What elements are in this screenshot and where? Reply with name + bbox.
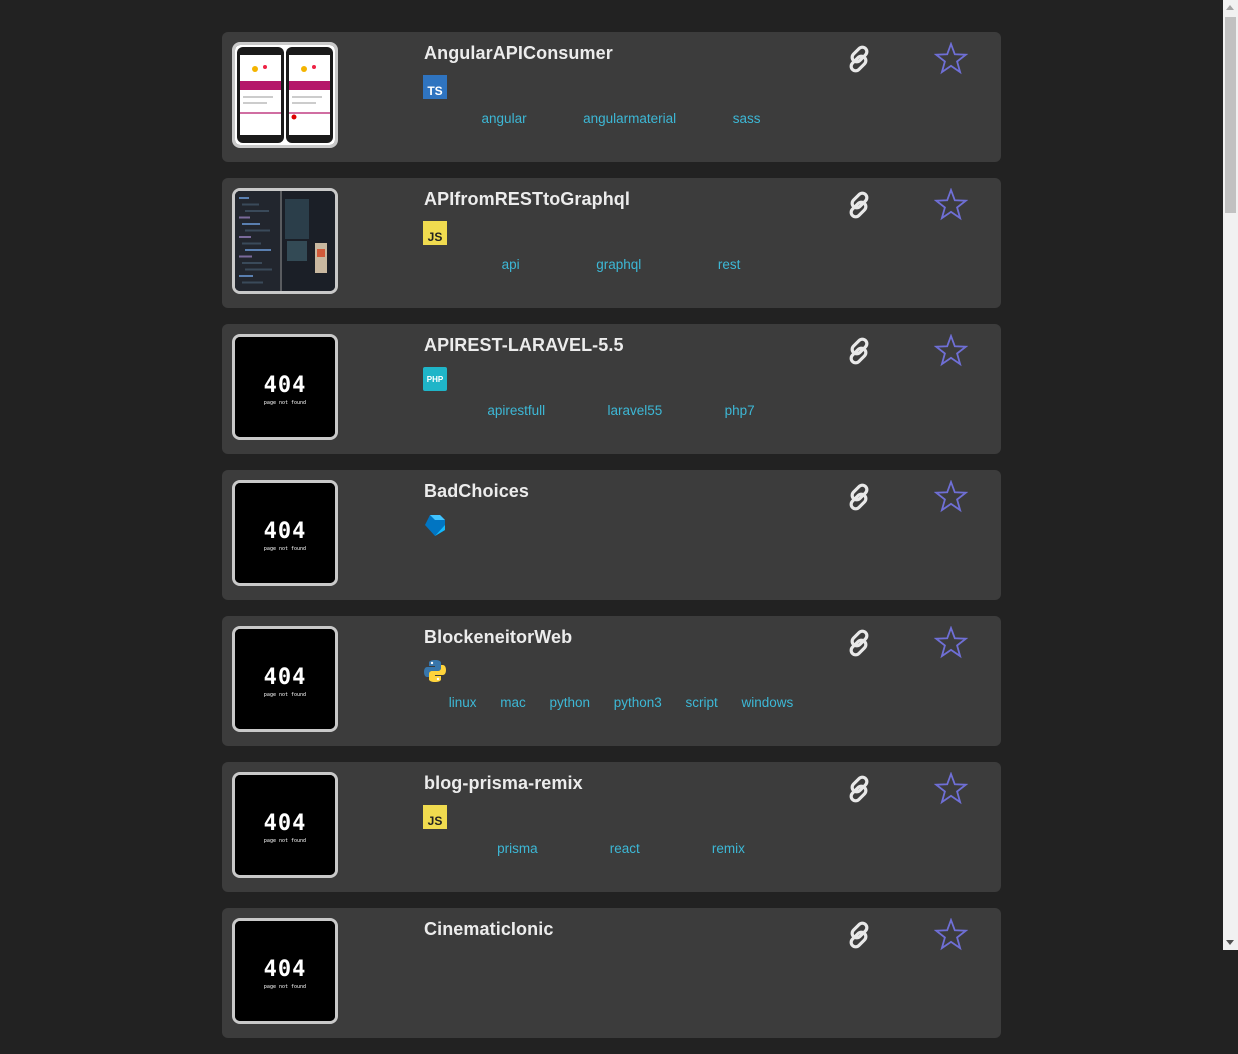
php-icon: PHP [423,367,447,391]
repo-topics: apirestfull laravel55 php7 [425,403,817,418]
repo-card: APIfromRESTtoGraphql JS api graphql rest [222,178,1001,308]
link-icon[interactable] [844,774,874,804]
js-icon: JS [423,221,447,245]
repo-card: 404 page not found BadChoices [222,470,1001,600]
topic-tag[interactable]: graphql [596,257,641,272]
repo-title[interactable]: CinematicIonic [424,919,553,940]
repo-card: 404 page not found CinematicIonic [222,908,1001,1038]
topic-tag[interactable]: php7 [725,403,755,418]
topic-tag[interactable]: react [610,841,640,856]
star-icon[interactable] [934,42,968,76]
star-icon[interactable] [934,626,968,660]
topic-tag[interactable]: windows [741,695,793,710]
link-icon[interactable] [844,190,874,220]
repo-title[interactable]: BlockeneitorWeb [424,627,572,648]
svg-text:page not found: page not found [264,546,306,552]
repo-list: AngularAPIConsumer TS angular angularmateri… [222,32,1001,1054]
topic-tag[interactable]: linux [449,695,477,710]
topic-tag[interactable]: prisma [497,841,538,856]
svg-text:TS: TS [427,84,442,98]
repo-preview-image[interactable] [232,42,338,148]
svg-text:page not found: page not found [264,984,306,990]
link-icon[interactable] [844,336,874,366]
ts-icon: TS [423,75,447,99]
repo-title[interactable]: AngularAPIConsumer [424,43,613,64]
repo-preview-image[interactable]: 404 page not found [232,480,338,586]
repo-preview-image[interactable] [232,188,338,294]
topic-tag[interactable]: laravel55 [607,403,662,418]
topic-tag[interactable]: sass [733,111,761,126]
link-icon[interactable] [844,482,874,512]
topic-tag[interactable]: apirestfull [487,403,545,418]
svg-text:page not found: page not found [264,400,306,406]
repo-card: 404 page not found APIREST-LARAVEL-5.5 PHP a… [222,324,1001,454]
python-icon [423,659,447,683]
link-icon[interactable] [844,920,874,950]
repo-topics: prisma react remix [425,841,817,856]
scroll-down-icon[interactable] [1226,940,1234,945]
svg-text:page not found: page not found [264,692,306,698]
star-icon[interactable] [934,334,968,368]
repo-topics: api graphql rest [425,257,817,272]
repo-topics: linux mac python python3 script windows [425,695,817,710]
scrollbar[interactable] [1223,0,1238,950]
svg-text:404: 404 [264,957,307,982]
js-icon: JS [423,805,447,829]
svg-text:404: 404 [264,665,307,690]
repo-title[interactable]: BadChoices [424,481,529,502]
topic-tag[interactable]: angularmaterial [583,111,676,126]
scroll-up-icon[interactable] [1226,5,1234,10]
repo-preview-image[interactable]: 404 page not found [232,918,338,1024]
link-icon[interactable] [844,44,874,74]
svg-text:PHP: PHP [427,375,444,384]
topic-tag[interactable]: api [502,257,520,272]
repo-preview-image[interactable]: 404 page not found [232,772,338,878]
topic-tag[interactable]: python [549,695,590,710]
star-icon[interactable] [934,772,968,806]
svg-text:404: 404 [264,811,307,836]
topic-tag[interactable]: python3 [614,695,662,710]
star-icon[interactable] [934,480,968,514]
repo-title[interactable]: blog-prisma-remix [424,773,583,794]
repo-title[interactable]: APIREST-LARAVEL-5.5 [424,335,624,356]
dart-icon [423,513,447,537]
link-icon[interactable] [844,628,874,658]
repo-card: 404 page not found BlockeneitorWeb linux mac… [222,616,1001,746]
svg-text:JS: JS [428,814,443,828]
star-icon[interactable] [934,918,968,952]
repo-card: AngularAPIConsumer TS angular angularmateri… [222,32,1001,162]
star-icon[interactable] [934,188,968,222]
repo-card: 404 page not found blog-prisma-remix JS pris… [222,762,1001,892]
svg-text:404: 404 [264,519,307,544]
repo-preview-image[interactable]: 404 page not found [232,626,338,732]
svg-text:404: 404 [264,373,307,398]
topic-tag[interactable]: remix [712,841,745,856]
topic-tag[interactable]: mac [500,695,526,710]
topic-tag[interactable]: angular [482,111,527,126]
scroll-thumb[interactable] [1225,17,1236,213]
svg-text:JS: JS [428,230,443,244]
topic-tag[interactable]: rest [718,257,741,272]
repo-topics: angular angularmaterial sass [425,111,817,126]
repo-preview-image[interactable]: 404 page not found [232,334,338,440]
svg-text:page not found: page not found [264,838,306,844]
topic-tag[interactable]: script [685,695,717,710]
repo-title[interactable]: APIfromRESTtoGraphql [424,189,630,210]
